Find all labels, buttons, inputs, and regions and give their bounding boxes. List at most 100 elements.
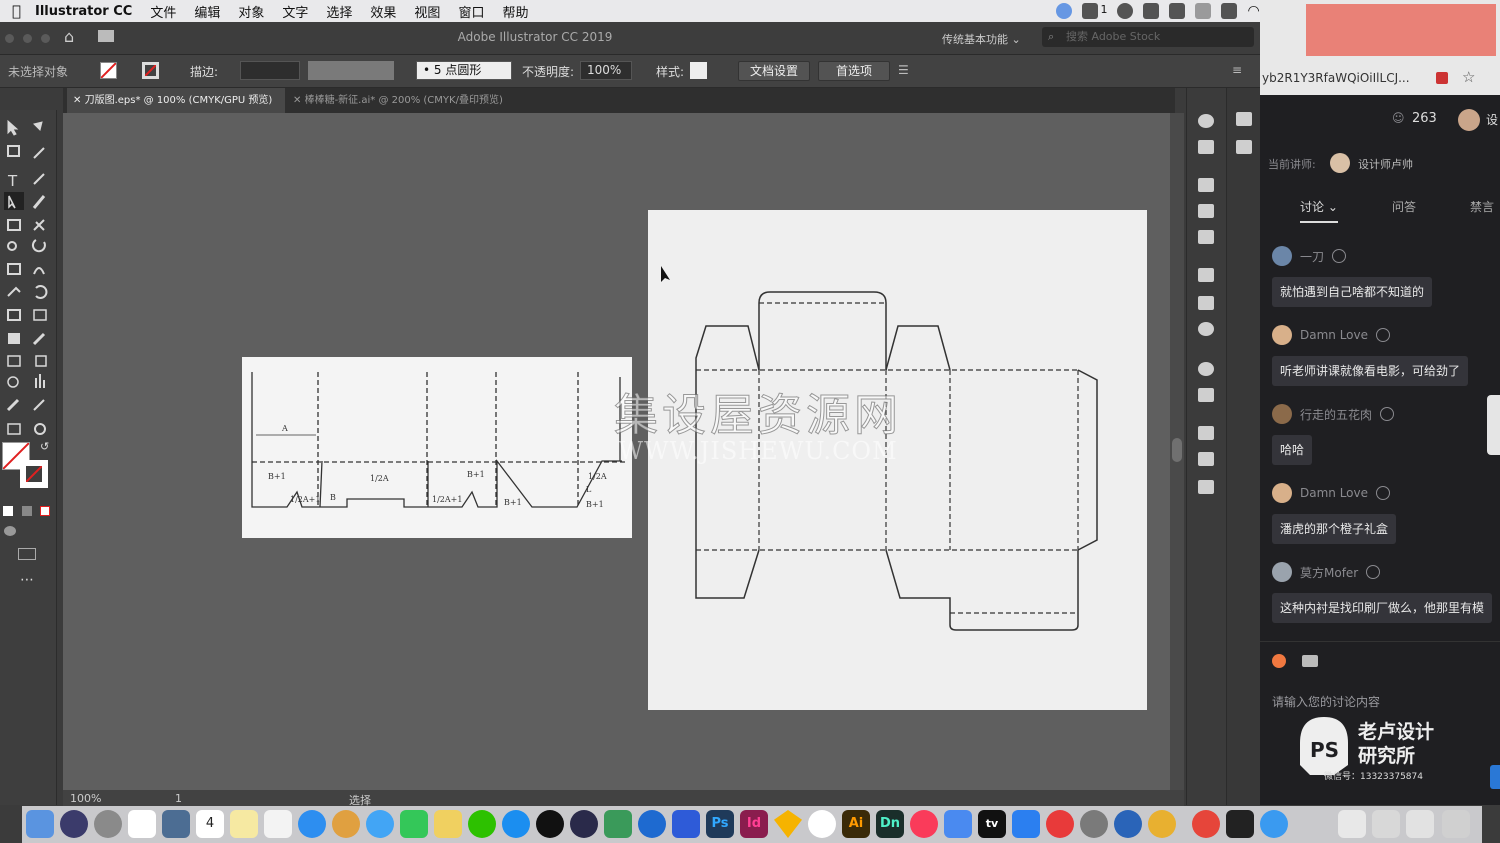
qq-icon[interactable]	[536, 810, 564, 838]
extension-icon[interactable]	[1436, 72, 1448, 84]
system-preferences-icon[interactable]	[1080, 810, 1108, 838]
panel-menu-icon[interactable]: ≡	[1232, 63, 1242, 77]
zoom-level[interactable]: 100%	[70, 792, 101, 805]
music-icon[interactable]	[910, 810, 938, 838]
stroke-panel-icon[interactable]	[1198, 268, 1214, 282]
opacity-field[interactable]: 100%	[580, 61, 632, 80]
menu-help[interactable]: 帮助	[502, 2, 528, 21]
document-setup-button[interactable]: 文档设置	[738, 61, 810, 81]
bookmark-star-icon[interactable]: ☆	[1462, 68, 1475, 86]
reference-dieline-image[interactable]: A B+1 1/2A+1 B 1/2A 1/2A+1 B+1 B+1 B+1 1…	[242, 357, 632, 538]
remove-icon[interactable]	[1376, 486, 1391, 500]
chrome-canary-icon[interactable]	[808, 810, 836, 838]
chat-user[interactable]: 莫方Mofer	[1272, 561, 1381, 583]
swap-fill-stroke-icon[interactable]: ↺	[40, 440, 49, 453]
remove-icon[interactable]	[1332, 249, 1347, 263]
menu-app-name[interactable]: Illustrator CC	[35, 4, 132, 19]
tray-notification-icon[interactable]	[1082, 3, 1099, 19]
color-mode-button[interactable]	[3, 506, 13, 516]
tab-document-1[interactable]: ✕ 刀版图.eps* @ 100% (CMYK/GPU 预览)	[67, 88, 285, 113]
calendar-icon[interactable]: 4	[196, 810, 224, 838]
keynote-icon[interactable]	[944, 810, 972, 838]
launchpad-icon[interactable]	[94, 810, 122, 838]
baidu-netdisk-icon[interactable]	[128, 810, 156, 838]
tab-discussion[interactable]: 讨论 ⌄	[1300, 198, 1338, 223]
screenshots-stack-icon[interactable]	[1406, 810, 1434, 838]
dimension-icon[interactable]: Dn	[876, 810, 904, 838]
none-mode-button[interactable]	[40, 506, 50, 516]
tab-qa[interactable]: 问答	[1392, 198, 1416, 215]
messages-icon[interactable]	[366, 810, 394, 838]
artboards-panel-icon[interactable]	[1198, 480, 1214, 494]
gradient-panel-icon[interactable]	[1198, 296, 1214, 310]
document-info-panel-icon[interactable]	[1236, 140, 1252, 154]
chrome-icon[interactable]	[1148, 810, 1176, 838]
color-guide-panel-icon[interactable]	[1198, 388, 1214, 402]
chat-user[interactable]: 行走的五花肉	[1272, 403, 1395, 425]
workspace-switcher[interactable]: 传统基本功能 ⌄	[942, 31, 1021, 47]
tray-grid-icon[interactable]	[1195, 3, 1212, 19]
apple-tv-icon[interactable]: tv	[978, 810, 1006, 838]
indesign-icon[interactable]: Id	[740, 810, 768, 838]
asset-export-panel-icon[interactable]	[1198, 452, 1214, 466]
app-store-icon[interactable]	[298, 810, 326, 838]
illustrator-icon[interactable]: Ai	[842, 810, 870, 838]
variable-width-profile[interactable]	[308, 61, 394, 80]
chat-user[interactable]: 一刀	[1272, 245, 1347, 267]
menu-view[interactable]: 视图	[414, 2, 440, 21]
tray-input-icon[interactable]	[1221, 3, 1238, 19]
canvas-area[interactable]: A B+1 1/2A+1 B 1/2A 1/2A+1 B+1 B+1 B+1 1…	[63, 113, 1170, 790]
side-send-button[interactable]	[1490, 765, 1500, 789]
preview-icon[interactable]	[162, 810, 190, 838]
reminders-icon[interactable]	[264, 810, 292, 838]
sketch-icon[interactable]	[774, 810, 802, 838]
menu-edit[interactable]: 编辑	[194, 2, 220, 21]
tab-mute[interactable]: 禁言	[1470, 198, 1494, 215]
menu-type[interactable]: 文字	[282, 2, 308, 21]
photoshop-icon[interactable]: Ps	[706, 810, 734, 838]
trash-icon[interactable]	[1442, 810, 1470, 838]
p-app-icon[interactable]	[672, 810, 700, 838]
appearance-panel-icon[interactable]	[1198, 114, 1214, 128]
graphic-style-swatch[interactable]	[690, 62, 707, 79]
terminal-green-icon[interactable]	[604, 810, 632, 838]
tray-mountain-icon[interactable]	[1143, 3, 1160, 19]
siri-icon[interactable]	[60, 810, 88, 838]
libraries-panel-icon[interactable]	[1198, 178, 1214, 192]
remove-icon[interactable]	[1376, 328, 1391, 342]
pages-icon[interactable]	[434, 810, 462, 838]
documents-stack-icon[interactable]	[1372, 810, 1400, 838]
wps-icon[interactable]	[1012, 810, 1040, 838]
emoji-icon[interactable]	[1272, 654, 1286, 668]
fill-swatch[interactable]	[100, 62, 117, 79]
notes-icon[interactable]	[230, 810, 258, 838]
vertical-scrollbar[interactable]	[1170, 113, 1184, 790]
artboard-number[interactable]: 1	[175, 792, 182, 805]
safari-icon[interactable]	[502, 810, 530, 838]
wechat-icon[interactable]	[468, 810, 496, 838]
wifi-icon[interactable]: ◠	[1247, 3, 1259, 19]
menu-window[interactable]: 窗口	[458, 2, 484, 21]
stroke-color-box[interactable]	[20, 460, 48, 488]
tray-app-icon[interactable]	[1056, 3, 1073, 19]
gradient-mode-button[interactable]	[22, 506, 32, 516]
close-tab-icon[interactable]: ✕	[73, 95, 81, 106]
terminal-icon[interactable]	[1226, 810, 1254, 838]
screen-mode-icon[interactable]	[18, 548, 36, 560]
symbols-panel-icon[interactable]	[1198, 230, 1214, 244]
chrome-2-icon[interactable]	[1192, 810, 1220, 838]
chat-user[interactable]: Damn Love	[1272, 324, 1391, 346]
cinema4d-icon[interactable]	[570, 810, 598, 838]
menu-effect[interactable]: 效果	[370, 2, 396, 21]
color-panel-icon[interactable]	[1198, 362, 1214, 376]
tencent-icon[interactable]	[1260, 810, 1288, 838]
adobe-stock-search[interactable]: ⌕ 搜索 Adobe Stock	[1042, 27, 1254, 47]
tab-document-2[interactable]: ✕ 棒棒糖-新征.ai* @ 200% (CMYK/叠印预览)	[289, 88, 533, 113]
chat-input[interactable]: 请输入您的讨论内容	[1272, 693, 1380, 710]
apple-icon[interactable]: 	[12, 2, 21, 20]
more-tools-icon[interactable]: ⋯	[20, 572, 34, 588]
brush-definition-select[interactable]: • 5 点圆形	[416, 61, 512, 80]
vpn-icon[interactable]	[1114, 810, 1142, 838]
viewer-avatar[interactable]	[1458, 109, 1480, 131]
network-icon[interactable]	[638, 810, 666, 838]
